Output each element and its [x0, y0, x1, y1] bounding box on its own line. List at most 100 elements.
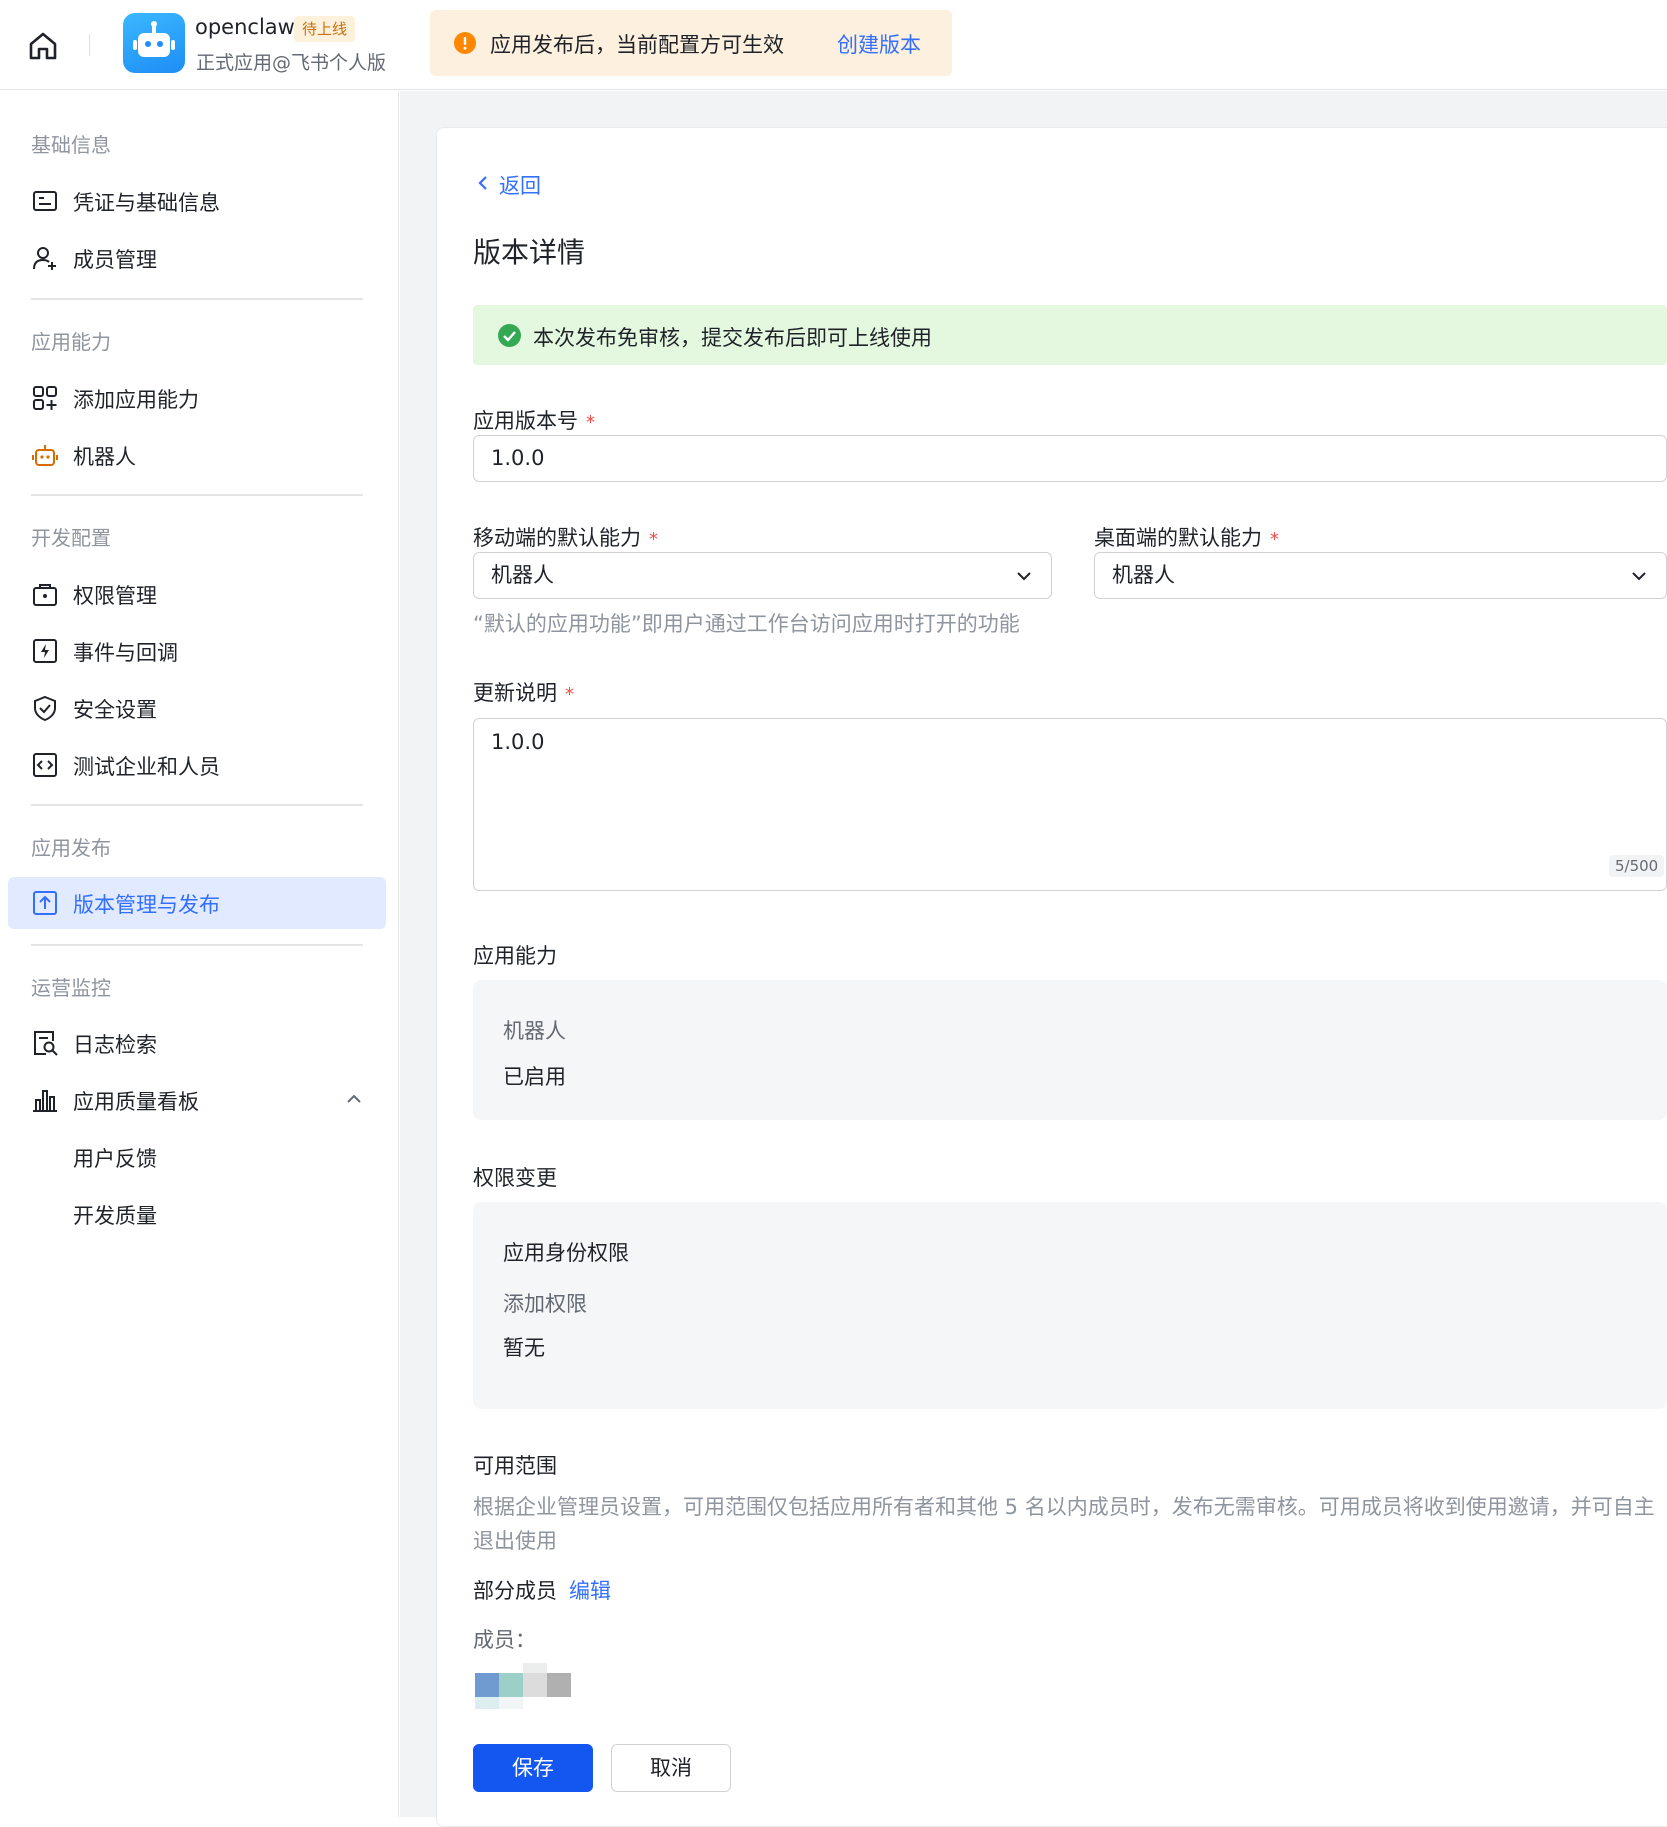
sidebar-item-test-enterprise[interactable]: 测试企业和人员	[8, 739, 386, 791]
required-mark: *	[649, 529, 658, 550]
sidebar-item-dev-quality[interactable]: 开发质量	[8, 1188, 386, 1240]
save-button[interactable]: 保存	[473, 1744, 593, 1792]
robot-icon	[32, 442, 58, 468]
sidebar-item-user-feedback[interactable]: 用户反馈	[8, 1131, 386, 1183]
permission-group: 应用身份权限	[503, 1241, 629, 1265]
mobile-default-label-text: 移动端的默认能力	[473, 526, 641, 550]
desktop-default-select[interactable]: 机器人	[1094, 552, 1667, 599]
desktop-default-value: 机器人	[1112, 563, 1175, 587]
sidebar: 基础信息 凭证与基础信息 成员管理 应用能力 添加应用能力 机器人 开发配置 权…	[0, 91, 399, 1817]
mobile-default-label: 移动端的默认能力 *	[473, 522, 658, 552]
version-input[interactable]: 1.0.0	[473, 435, 1667, 482]
section-divider	[31, 804, 363, 806]
required-mark: *	[1270, 529, 1279, 550]
chevron-up-icon[interactable]	[344, 1089, 364, 1109]
version-label-text: 应用版本号	[473, 409, 578, 433]
create-version-link[interactable]: 创建版本	[837, 29, 921, 59]
sidebar-item-label: 机器人	[73, 445, 136, 469]
shield-check-icon	[32, 695, 58, 721]
member-avatar[interactable]	[475, 1663, 573, 1709]
section-divider	[31, 944, 363, 946]
mobile-default-value: 机器人	[491, 563, 554, 587]
capability-status: 已启用	[503, 1065, 566, 1089]
desktop-default-label: 桌面端的默认能力 *	[1094, 522, 1279, 552]
section-divider	[31, 494, 363, 496]
success-alert: 本次发布免审核，提交发布后即可上线使用	[473, 305, 1667, 365]
config-notice: 应用发布后，当前配置方可生效 创建版本	[430, 10, 952, 76]
chevron-left-icon	[478, 176, 487, 190]
sidebar-item-label: 凭证与基础信息	[73, 191, 220, 215]
sidebar-item-label: 用户反馈	[73, 1147, 157, 1171]
sidebar-item-label: 开发质量	[73, 1204, 157, 1228]
section-divider	[31, 298, 363, 300]
sidebar-item-permissions[interactable]: 权限管理	[8, 568, 386, 620]
content-card	[436, 127, 1667, 1827]
event-icon	[32, 638, 58, 664]
sidebar-item-label: 事件与回调	[73, 641, 178, 665]
char-counter: 5/500	[1609, 855, 1665, 877]
status-badge: 待上线	[294, 16, 356, 42]
mobile-default-select[interactable]: 机器人	[473, 552, 1052, 599]
id-card-icon	[32, 188, 58, 214]
sidebar-item-label: 测试企业和人员	[73, 755, 220, 779]
sidebar-item-label: 成员管理	[73, 248, 157, 272]
page-title: 版本详情	[473, 236, 586, 269]
sidebar-item-label: 日志检索	[73, 1033, 157, 1057]
header-divider	[89, 34, 90, 56]
scope-mode: 部分成员	[473, 1579, 557, 1603]
update-notes-label-text: 更新说明	[473, 681, 557, 705]
chevron-down-icon	[1632, 572, 1646, 581]
app-subtitle: 正式应用@飞书个人版	[196, 52, 387, 74]
app-logo-robot-icon	[123, 13, 185, 73]
update-notes-label: 更新说明 *	[473, 677, 574, 707]
lock-bag-icon	[32, 581, 58, 607]
scope-edit-link[interactable]: 编辑	[569, 1575, 611, 1605]
upload-icon	[32, 890, 58, 916]
update-notes-textarea[interactable]: 1.0.0 5/500	[473, 718, 1667, 891]
success-text: 本次发布免审核，提交发布后即可上线使用	[533, 326, 932, 350]
add-user-icon	[32, 245, 58, 271]
sidebar-item-members[interactable]: 成员管理	[8, 232, 386, 284]
required-mark: *	[565, 684, 574, 705]
update-notes-value: 1.0.0	[491, 730, 545, 754]
sidebar-item-events[interactable]: 事件与回调	[8, 625, 386, 677]
sidebar-item-security[interactable]: 安全设置	[8, 682, 386, 734]
scope-section-title: 可用范围	[473, 1454, 557, 1478]
section-title-dev-config: 开发配置	[31, 526, 111, 550]
cancel-button[interactable]: 取消	[611, 1744, 731, 1792]
default-capability-helper: “默认的应用功能”即用户通过工作台访问应用时打开的功能	[473, 612, 1020, 636]
check-circle-icon	[498, 324, 521, 347]
back-label: 返回	[499, 174, 541, 198]
apps-add-icon	[32, 385, 58, 411]
sidebar-item-log-search[interactable]: 日志检索	[8, 1017, 386, 1069]
log-search-icon	[32, 1030, 58, 1056]
app-name: openclaw	[195, 15, 295, 39]
permissions-box: 应用身份权限 添加权限 暂无	[473, 1202, 1667, 1409]
required-mark: *	[586, 412, 595, 433]
sidebar-item-credentials[interactable]: 凭证与基础信息	[8, 175, 386, 227]
section-title-capabilities: 应用能力	[31, 330, 111, 354]
warning-icon	[454, 32, 476, 54]
capability-box: 机器人 已启用	[473, 980, 1667, 1120]
bar-chart-icon	[32, 1087, 58, 1113]
section-title-release: 应用发布	[31, 836, 111, 860]
top-header: openclaw 待上线 正式应用@飞书个人版 应用发布后，当前配置方可生效 创…	[0, 0, 1667, 90]
sidebar-item-robot[interactable]: 机器人	[8, 429, 386, 481]
scope-description: 根据企业管理员设置，可用范围仅包括应用所有者和其他 5 名以内成员时，发布无需审…	[473, 1495, 1655, 1553]
sidebar-item-label: 权限管理	[73, 584, 157, 608]
members-label: 成员：	[473, 1628, 536, 1652]
capability-name: 机器人	[503, 1019, 566, 1043]
sidebar-item-quality-dashboard[interactable]: 应用质量看板	[8, 1074, 386, 1126]
sidebar-item-label: 应用质量看板	[73, 1090, 199, 1114]
sidebar-item-label: 安全设置	[73, 698, 157, 722]
desktop-default-label-text: 桌面端的默认能力	[1094, 526, 1262, 550]
sidebar-item-version-release[interactable]: 版本管理与发布	[8, 877, 386, 929]
permission-sub-label: 添加权限	[503, 1292, 587, 1316]
sidebar-item-label: 版本管理与发布	[73, 893, 220, 917]
home-icon[interactable]	[26, 29, 60, 63]
notice-text: 应用发布后，当前配置方可生效	[490, 33, 784, 57]
sidebar-item-add-capability[interactable]: 添加应用能力	[8, 372, 386, 424]
permission-value: 暂无	[503, 1336, 545, 1360]
section-title-basic-info: 基础信息	[31, 133, 111, 157]
code-icon	[32, 752, 58, 778]
